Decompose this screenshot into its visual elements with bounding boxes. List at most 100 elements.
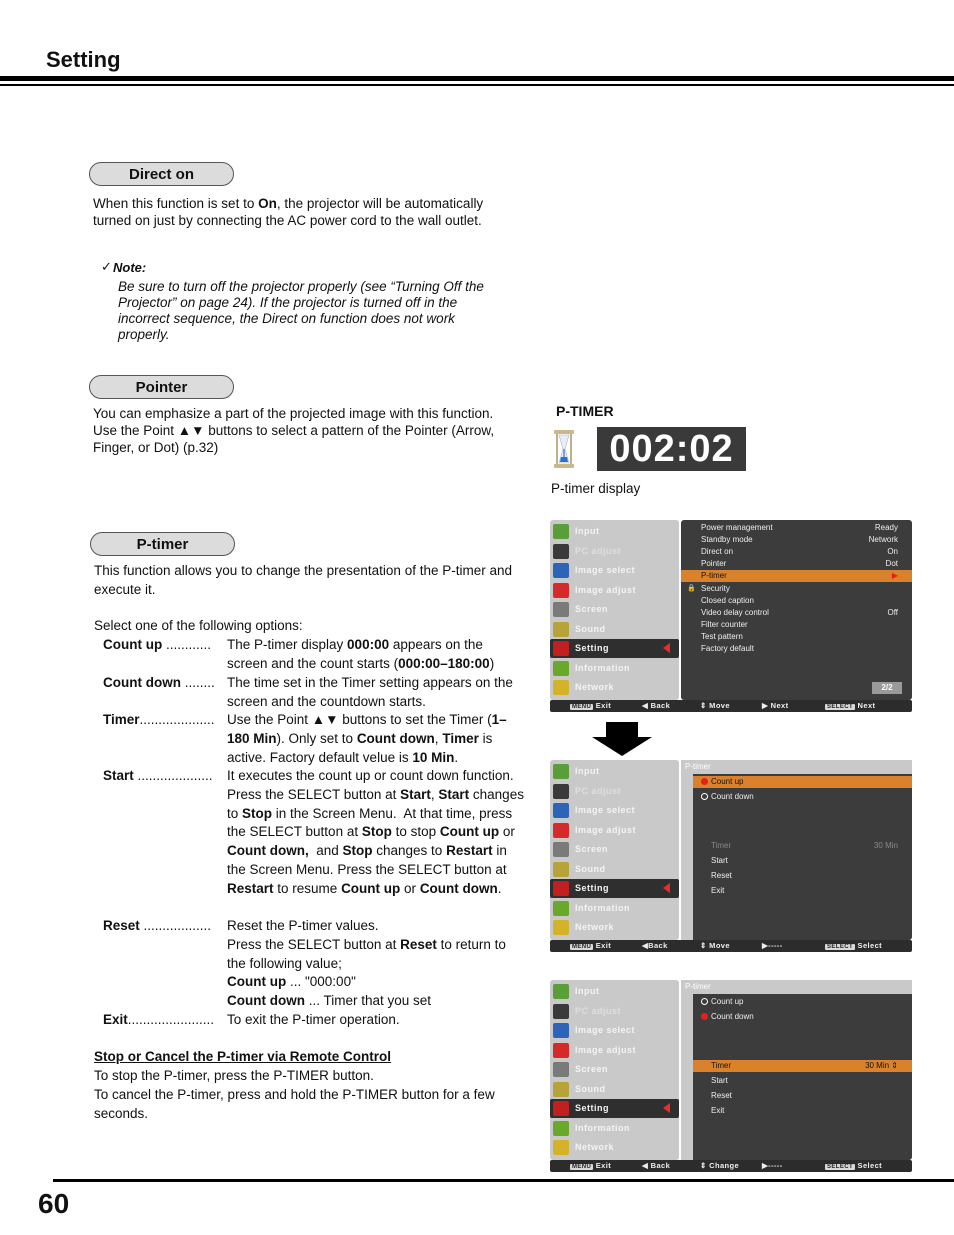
osd-ptimer-row[interactable]: Timer 30 Min (693, 840, 912, 852)
image-select-icon (553, 803, 569, 818)
osd-menu-item-input[interactable]: Input (550, 522, 679, 541)
osd-radio-option[interactable]: Count up (693, 776, 912, 788)
osd-menu-setting: Input PC adjust Image select Image adjust Sc… (550, 520, 912, 712)
osd-menu-item-image-select[interactable]: Image select (550, 801, 679, 820)
osd-row-label: Test pattern (701, 631, 743, 641)
osd-row-label: Pointer (701, 559, 727, 569)
osd-menu-item-label: Network (575, 682, 615, 692)
osd-ptimer-row[interactable]: Reset (693, 870, 912, 882)
osd-menu-item-label: Input (575, 766, 600, 776)
osd-menu-item-pc-adjust[interactable]: PC adjust (550, 1002, 679, 1021)
header-rule (0, 76, 954, 81)
osd-footer-item: ▶----- (762, 941, 783, 950)
osd-menu-item-input[interactable]: Input (550, 982, 679, 1001)
osd-menu-item-screen[interactable]: Screen (550, 840, 679, 859)
osd-menu-item-sound[interactable]: Sound (550, 1080, 679, 1099)
osd-ptimer-row[interactable]: Exit (693, 885, 912, 897)
osd-setting-row[interactable]: Video delay control Off (681, 607, 912, 619)
option-description: To exit the P-timer operation. (227, 1012, 400, 1027)
osd-row-label: Timer (711, 841, 732, 850)
osd-menu-item-screen[interactable]: Screen (550, 600, 679, 619)
sound-icon (553, 1081, 569, 1097)
osd-ptimer-row[interactable]: Start (693, 855, 912, 867)
setting-icon (553, 641, 569, 656)
osd-setting-row[interactable]: P-timer ▶ (681, 570, 912, 583)
osd-row-label: P-timer (701, 571, 727, 581)
lock-icon: 🔒 (687, 584, 696, 592)
osd-radio-option[interactable]: Count down (693, 1011, 912, 1023)
osd-menu-item-image-adjust[interactable]: Image adjust (550, 581, 679, 600)
sound-icon (553, 861, 569, 877)
setting-icon (553, 1101, 569, 1116)
osd-radio-label: Count up (701, 776, 743, 788)
osd-ptimer-row[interactable]: Exit (693, 1105, 912, 1117)
osd-menu-item-image-adjust[interactable]: Image adjust (550, 821, 679, 840)
osd-menu-item-screen[interactable]: Screen (550, 1060, 679, 1079)
osd-menu-item-setting[interactable]: Setting (550, 639, 679, 658)
osd-row-label: Closed caption (701, 595, 754, 605)
osd-menu-item-sound[interactable]: Sound (550, 620, 679, 639)
osd-setting-row[interactable]: Filter counter (681, 619, 912, 631)
osd-row-label: Exit (711, 1106, 725, 1115)
ptimer-intro: This function allows you to change the p… (94, 563, 512, 597)
osd-menu-item-sound[interactable]: Sound (550, 860, 679, 879)
osd-radio-option[interactable]: Count up (693, 996, 912, 1008)
osd-menu-item-setting[interactable]: Setting (550, 879, 679, 898)
osd-ptimer-row[interactable]: Start (693, 1075, 912, 1087)
osd-menu-item-information[interactable]: Information (550, 659, 679, 678)
screen-icon (553, 602, 569, 617)
osd-setting-row[interactable]: 🔒 Security (681, 583, 912, 595)
radio-unselected-icon (701, 998, 708, 1006)
osd-ptimer-row[interactable]: Timer 30 Min ⇕ (693, 1060, 912, 1072)
remote-text: To stop the P-timer, press the P-TIMER b… (94, 1066, 524, 1123)
input-icon (553, 524, 569, 539)
osd-menu-item-network[interactable]: Network (550, 918, 679, 937)
osd-footer-item: SELECT Select (825, 1161, 883, 1170)
selected-arrow-icon (663, 1103, 670, 1113)
osd-menu-item-image-adjust[interactable]: Image adjust (550, 1041, 679, 1060)
image-adjust-icon (553, 1042, 569, 1058)
osd-setting-row[interactable]: Factory default (681, 643, 912, 655)
osd-menu-item-setting[interactable]: Setting (550, 1099, 679, 1118)
osd-ptimer-row[interactable]: Reset (693, 1090, 912, 1102)
osd-row-label: Exit (711, 886, 725, 895)
key-badge: SELECT (825, 1164, 856, 1170)
osd-setting-row[interactable]: Test pattern (681, 631, 912, 643)
osd-row-label: Factory default (701, 644, 754, 653)
osd-setting-row[interactable]: Pointer Dot (681, 558, 912, 570)
osd-setting-row[interactable]: Standby mode Network (681, 534, 912, 546)
checkmark-icon: ✓ (101, 259, 112, 274)
osd-menu-item-label: Screen (575, 844, 609, 854)
osd-panel-title: P-timer (685, 982, 711, 991)
key-badge: MENU (570, 944, 594, 950)
osd-menu-item-label: Network (575, 1142, 615, 1152)
osd-setting-row[interactable]: Direct on On (681, 546, 912, 558)
osd-menu-item-network[interactable]: Network (550, 1138, 679, 1157)
osd-row-label: Start (711, 856, 728, 865)
osd-setting-row[interactable]: Power management Ready (681, 522, 912, 534)
network-icon (553, 680, 569, 695)
osd-footer-item: ▶ Next (762, 701, 789, 710)
osd-menu-item-input[interactable]: Input (550, 762, 679, 781)
osd-menu-item-pc-adjust[interactable]: PC adjust (550, 542, 679, 561)
osd-menu-item-information[interactable]: Information (550, 899, 679, 918)
key-badge: MENU (570, 704, 594, 710)
osd-left-menu: Input PC adjust Image select Image adjust Sc… (550, 980, 679, 1160)
osd-setting-row[interactable]: Closed caption (681, 595, 912, 607)
osd-menu-item-network[interactable]: Network (550, 678, 679, 697)
option-description: The time set in the Timer setting appear… (227, 675, 513, 709)
image-adjust-icon (553, 822, 569, 838)
osd-radio-option[interactable]: Count down (693, 791, 912, 803)
osd-menu-item-label: Image select (575, 805, 636, 815)
osd-footer-bar: MENU Exit ◀ Back ⇕ Change ▶----- SELECT Sele… (550, 1160, 912, 1172)
osd-row-value: Dot (885, 559, 898, 569)
osd-menu-item-pc-adjust[interactable]: PC adjust (550, 782, 679, 801)
osd-menu-item-image-select[interactable]: Image select (550, 561, 679, 580)
osd-menu-item-image-select[interactable]: Image select (550, 1021, 679, 1040)
selected-arrow-icon (663, 883, 670, 893)
osd-menu-item-label: Setting (575, 1103, 609, 1113)
footer-rule (53, 1179, 954, 1182)
input-icon (553, 984, 569, 999)
osd-menu-ptimer-countup: Input PC adjust Image select Image adjust Sc… (550, 760, 912, 952)
osd-menu-item-information[interactable]: Information (550, 1119, 679, 1138)
